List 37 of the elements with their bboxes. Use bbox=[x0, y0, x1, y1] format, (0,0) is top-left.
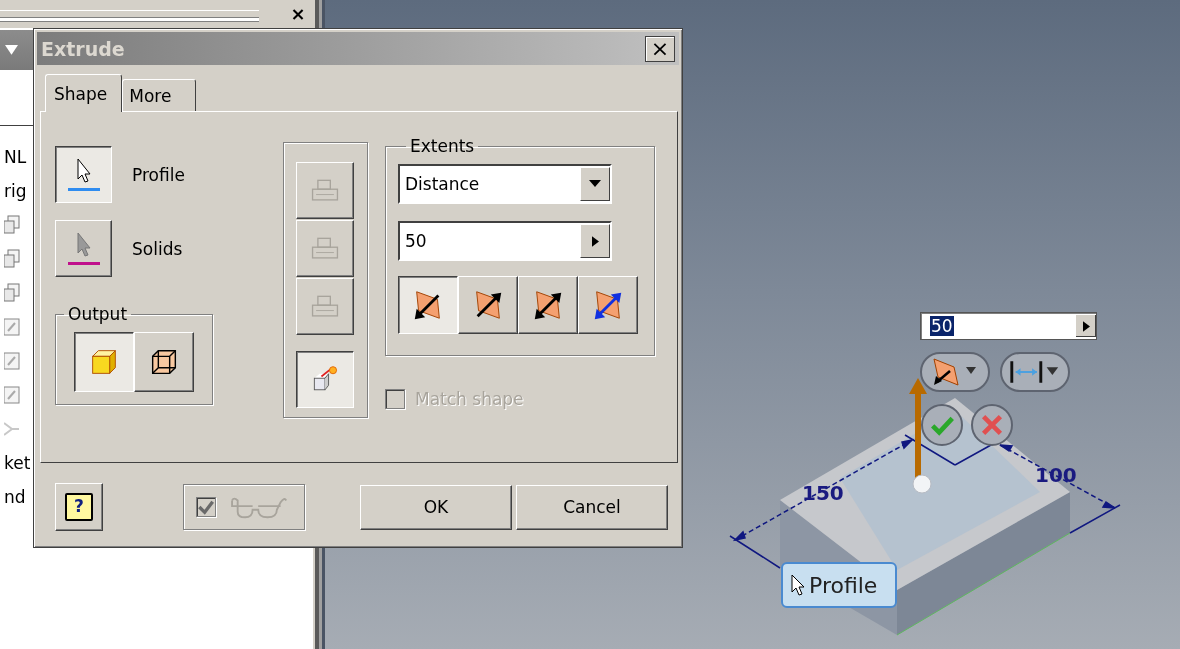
dialog-button[interactable]: Cancel bbox=[516, 484, 668, 530]
dialog-button[interactable]: OK bbox=[360, 484, 512, 530]
tree-item[interactable]: ket bbox=[4, 453, 31, 473]
window-title: Extrude bbox=[41, 37, 125, 60]
tab[interactable]: More bbox=[122, 79, 197, 111]
part-icon[interactable] bbox=[4, 215, 20, 235]
direction-button[interactable] bbox=[398, 276, 458, 334]
extents-dropdown[interactable] bbox=[1000, 352, 1070, 392]
part-icon[interactable] bbox=[4, 249, 20, 269]
output-button[interactable] bbox=[74, 332, 134, 392]
dimension-label[interactable]: 100 bbox=[1035, 464, 1077, 486]
distance-input[interactable]: 50 bbox=[398, 221, 612, 261]
extrude-arrow-drawing[interactable] bbox=[909, 378, 932, 494]
cancel-icon-button[interactable] bbox=[971, 404, 1013, 446]
dropdown-arrow-icon[interactable] bbox=[589, 180, 601, 188]
tree-item[interactable]: NL bbox=[4, 147, 27, 167]
close-button[interactable]: × bbox=[645, 35, 675, 62]
expand-arrow-icon[interactable] bbox=[591, 235, 599, 247]
direction-dropdown[interactable] bbox=[920, 352, 990, 392]
close-button[interactable]: × bbox=[287, 3, 309, 25]
help-button[interactable]: ? bbox=[55, 483, 103, 531]
dimension-label[interactable]: 150 bbox=[802, 482, 844, 504]
tree-item[interactable]: nd bbox=[4, 487, 26, 507]
pointer-icon bbox=[791, 574, 805, 596]
group-title: Extents bbox=[409, 136, 476, 156]
check-mark-icon bbox=[198, 499, 214, 515]
tooltip-text: Profile bbox=[809, 572, 878, 598]
extents-dropdown[interactable]: Distance bbox=[398, 164, 612, 204]
group-title: Output bbox=[67, 304, 129, 324]
part-icon[interactable] bbox=[4, 283, 20, 303]
tree-item[interactable]: rig bbox=[4, 181, 27, 201]
operation-button[interactable] bbox=[296, 351, 354, 408]
tab[interactable]: Shape bbox=[45, 74, 123, 112]
distance-input[interactable]: 50 bbox=[920, 312, 1097, 340]
selector-label: Profile bbox=[132, 164, 185, 185]
select-button[interactable] bbox=[55, 146, 112, 203]
selector-label: Solids bbox=[132, 238, 183, 259]
